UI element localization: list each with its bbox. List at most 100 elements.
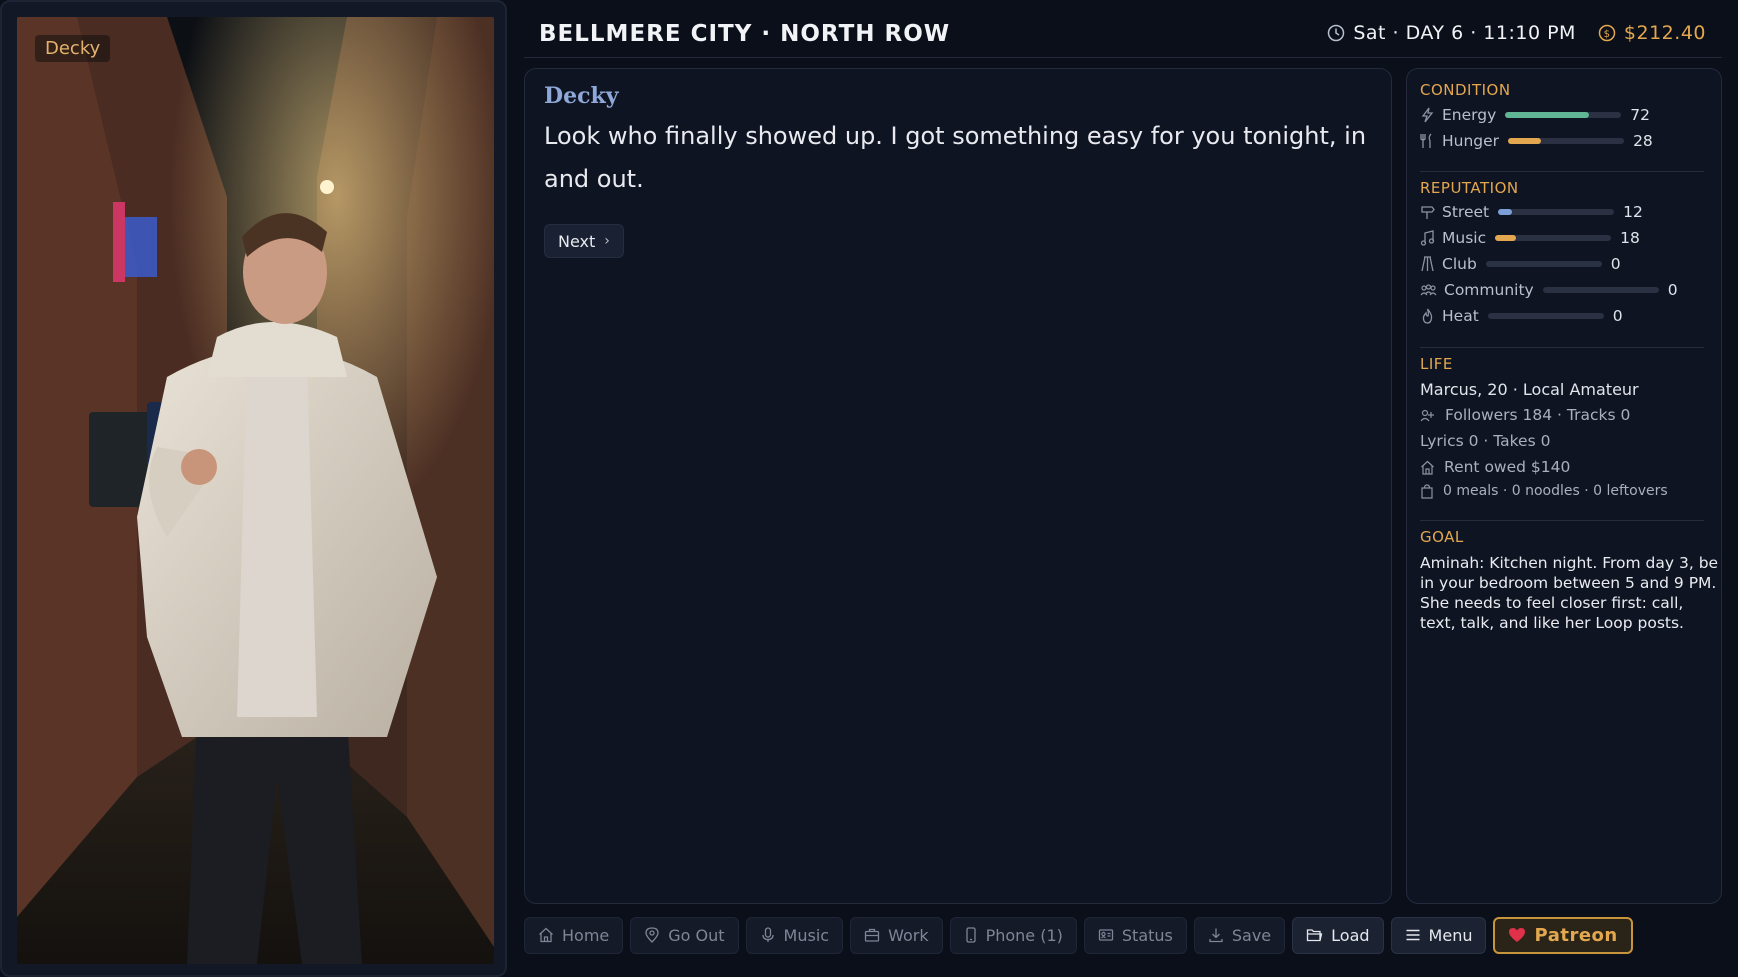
music-note-icon [1420, 230, 1435, 246]
stat-hunger: Hunger 28 [1420, 131, 1653, 151]
house-icon [1420, 460, 1435, 475]
nav-label: Patreon [1534, 924, 1618, 946]
stat-label: Energy [1442, 106, 1497, 124]
stat-label: Street [1442, 203, 1490, 221]
portrait-name-tag: Decky [35, 35, 111, 62]
nav-load-button[interactable]: Load [1292, 916, 1384, 954]
stat-energy: Energy 72 [1420, 105, 1650, 125]
speaker-name: Decky [544, 83, 619, 109]
nav-home-button[interactable]: Home [524, 916, 624, 954]
coin-icon: $ [1598, 24, 1616, 42]
portrait-panel: Decky [0, 0, 507, 977]
street-sign-icon [1420, 204, 1435, 220]
dialogue-text: Look who finally showed up. I got someth… [544, 122, 1367, 193]
stats-panel: CONDITION Energy 72 Hunger 28 REPUTATION… [1406, 68, 1722, 904]
nav-status-button[interactable]: Status [1083, 916, 1187, 954]
nav-menu-button[interactable]: Menu [1390, 916, 1487, 954]
nav-save-button[interactable]: Save [1193, 916, 1286, 954]
flame-icon [1420, 308, 1435, 324]
community-bar [1542, 287, 1659, 293]
money-display: $212.40 [1623, 22, 1706, 44]
nav-label: Save [1231, 925, 1272, 945]
heat-bar [1487, 313, 1604, 319]
character-portrait [17, 17, 494, 964]
id-card-icon [1098, 927, 1114, 943]
next-button[interactable]: Next › [544, 224, 624, 258]
stat-street: Street 12 [1420, 202, 1643, 222]
nav-label: Menu [1428, 925, 1473, 945]
next-button-label: Next [558, 231, 596, 251]
club-icon [1420, 256, 1435, 272]
utensils-icon [1420, 133, 1435, 149]
stat-community: Community 0 [1420, 280, 1678, 300]
music-bar [1495, 235, 1612, 241]
stat-value: 28 [1633, 132, 1653, 150]
club-bar [1485, 261, 1602, 267]
stat-value: 0 [1612, 307, 1623, 325]
menu-icon [1405, 927, 1421, 943]
nav-label: Music [783, 925, 830, 945]
stat-label: Music [1442, 229, 1487, 247]
patreon-button[interactable]: Patreon [1493, 916, 1633, 954]
divider [1420, 520, 1704, 521]
stat-club: Club 0 [1420, 254, 1621, 274]
nav-work-button[interactable]: Work [850, 916, 943, 954]
divider [1420, 347, 1704, 348]
header-status: Sat · DAY 6 · 11:10 PM $ $212.40 [1327, 22, 1706, 44]
heart-icon [1508, 927, 1526, 943]
life-food: 0 meals · 0 noodles · 0 leftovers [1420, 483, 1668, 499]
download-icon [1208, 927, 1224, 943]
phone-icon [964, 927, 978, 943]
bolt-icon [1420, 107, 1435, 123]
life-lyrics: Lyrics 0 · Takes 0 [1420, 432, 1551, 450]
microphone-icon [760, 927, 776, 943]
clock-icon [1327, 24, 1345, 42]
stat-value: 18 [1620, 229, 1640, 247]
goal-title: GOAL [1420, 528, 1464, 546]
briefcase-icon [864, 927, 880, 943]
bag-icon [1420, 483, 1434, 499]
map-pin-icon [644, 927, 660, 943]
nav-label: Status [1121, 925, 1173, 945]
svg-text:$: $ [1603, 29, 1610, 40]
location-title: BELLMERE CITY · NORTH ROW [539, 21, 951, 47]
goal-text: Aminah: Kitchen night. From day 3, be in… [1420, 554, 1719, 632]
life-identity: Marcus, 20 · Local Amateur [1420, 380, 1639, 399]
life-rent: Rent owed $140 [1420, 458, 1570, 476]
chevron-right-icon: › [604, 233, 610, 249]
condition-title: CONDITION [1420, 81, 1511, 99]
folder-open-icon [1306, 927, 1323, 943]
game-time: Sat · DAY 6 · 11:10 PM [1353, 22, 1576, 44]
life-followers: Followers 184 · Tracks 0 [1420, 406, 1630, 424]
stat-value: 0 [1610, 255, 1621, 273]
dialogue-panel: Decky Look who finally showed up. I got … [524, 68, 1392, 904]
reputation-title: REPUTATION [1420, 179, 1519, 197]
hunger-bar [1508, 138, 1625, 144]
nav-label: Work [888, 925, 929, 945]
food-text: 0 meals · 0 noodles · 0 leftovers [1443, 483, 1668, 499]
divider [1420, 171, 1704, 172]
nav-music-button[interactable]: Music [745, 916, 844, 954]
community-icon [1420, 282, 1437, 298]
stat-label: Community [1444, 281, 1534, 299]
nav-go-out-button[interactable]: Go Out [630, 916, 739, 954]
stat-music: Music 18 [1420, 228, 1640, 248]
stat-label: Heat [1442, 307, 1479, 325]
stat-label: Club [1442, 255, 1477, 273]
nav-label: Phone (1) [985, 925, 1063, 945]
stat-value: 0 [1667, 281, 1678, 299]
stat-value: 12 [1623, 203, 1643, 221]
followers-text: Followers 184 · Tracks 0 [1445, 406, 1631, 424]
stat-heat: Heat 0 [1420, 306, 1623, 326]
life-title: LIFE [1420, 355, 1453, 373]
energy-bar [1505, 112, 1622, 118]
street-bar [1498, 209, 1615, 215]
stat-value: 72 [1630, 106, 1650, 124]
followers-icon [1420, 408, 1436, 423]
stat-label: Hunger [1442, 132, 1500, 150]
nav-label: Go Out [668, 925, 725, 945]
nav-label: Home [562, 925, 610, 945]
top-header: BELLMERE CITY · NORTH ROW Sat · DAY 6 · … [524, 0, 1722, 58]
nav-phone-button[interactable]: Phone (1) [949, 916, 1077, 954]
bottom-nav: Home Go Out Music Work Phone (1) Status … [524, 916, 1640, 954]
